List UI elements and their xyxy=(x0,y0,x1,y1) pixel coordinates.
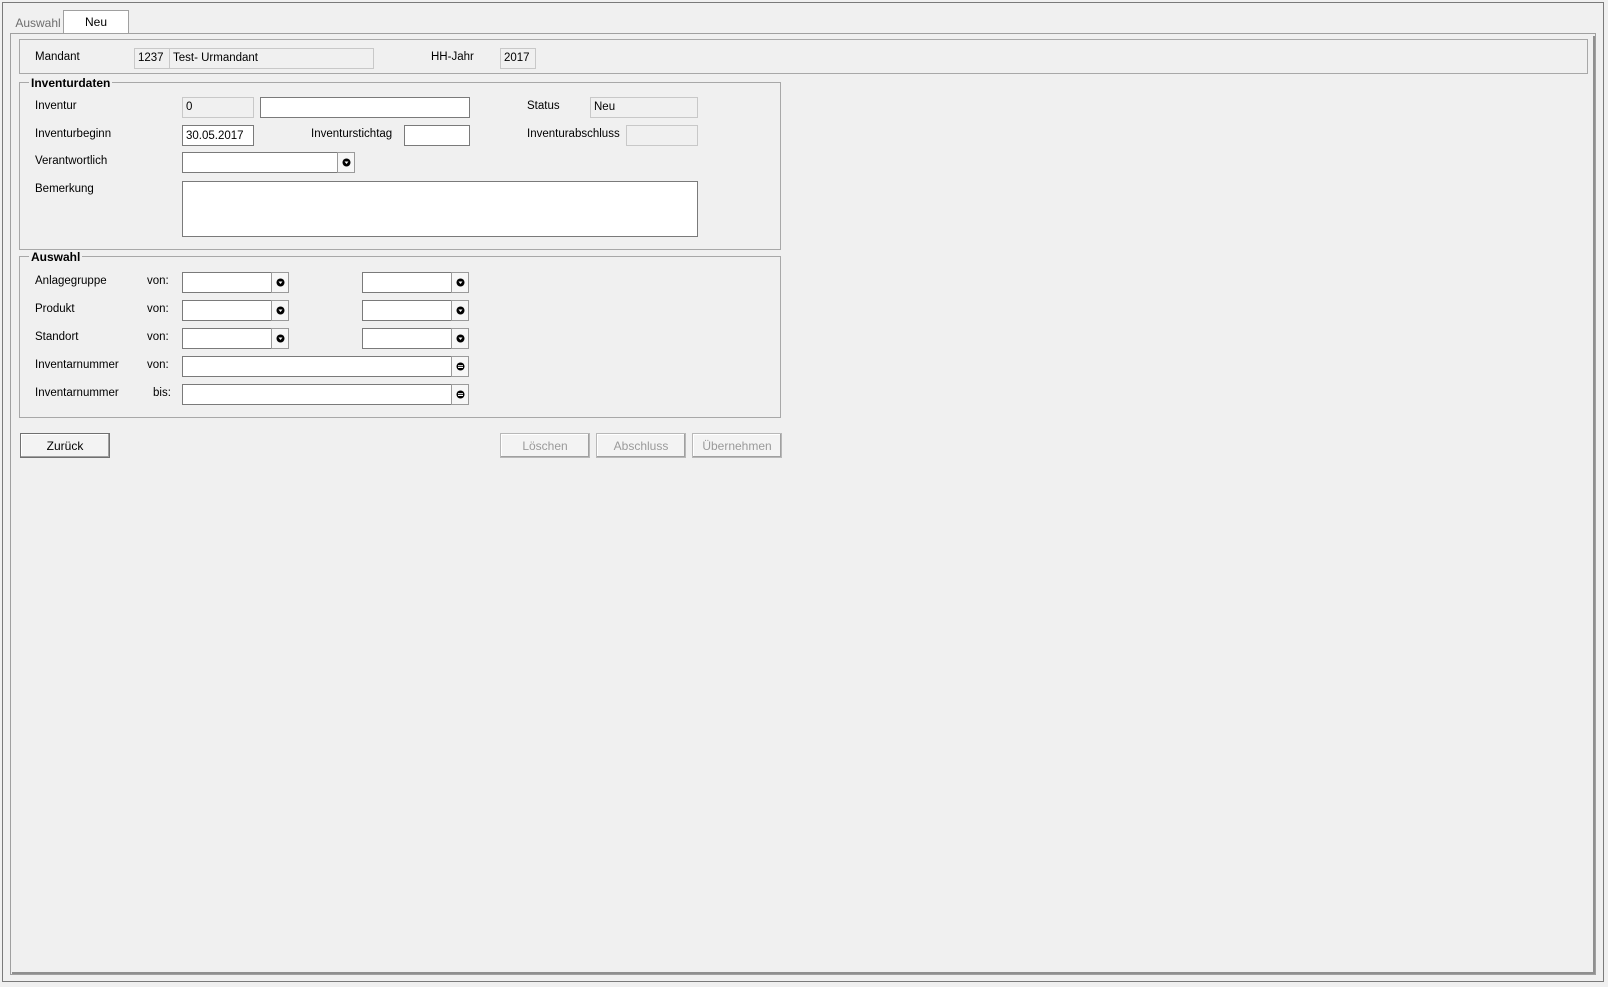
standort-from-input[interactable] xyxy=(182,328,272,349)
standort-von-label: von: xyxy=(147,331,169,343)
anlagegruppe-to-input[interactable] xyxy=(362,272,452,293)
tab-neu[interactable]: Neu xyxy=(63,10,129,34)
verantwortlich-lookup-button[interactable] xyxy=(337,152,355,173)
inventurstichtag-label: Inventurstichtag xyxy=(311,128,393,140)
arrow-down-circle-icon xyxy=(276,278,284,287)
year-label: HH-Jahr xyxy=(431,51,474,63)
inventur-label: Inventur xyxy=(35,100,77,112)
back-button[interactable]: Zurück xyxy=(20,433,110,458)
arrow-down-circle-icon xyxy=(342,158,350,167)
year-field: 2017 xyxy=(500,48,536,69)
anlagegruppe-to-lookup-button[interactable] xyxy=(451,272,469,293)
produkt-from-input[interactable] xyxy=(182,300,272,321)
standort-to-input[interactable] xyxy=(362,328,452,349)
inventur-number-field: 0 xyxy=(182,97,254,118)
arrow-down-circle-icon xyxy=(456,334,464,343)
status-label: Status xyxy=(527,100,560,112)
standort-to-lookup-button[interactable] xyxy=(451,328,469,349)
inventarnummer-from-label: Inventarnummer xyxy=(35,359,119,371)
status-field: Neu xyxy=(590,97,698,118)
inventarnummer-von-label: von: xyxy=(147,359,169,371)
standort-from-lookup-button[interactable] xyxy=(271,328,289,349)
bemerkung-textarea[interactable] xyxy=(182,181,698,237)
mandant-id-field: 1237 xyxy=(134,48,170,69)
verantwortlich-input[interactable] xyxy=(182,152,338,173)
anlagegruppe-von-label: von: xyxy=(147,275,169,287)
produkt-von-label: von: xyxy=(147,303,169,315)
tab-auswahl[interactable]: Auswahl xyxy=(12,13,64,34)
arrow-down-circle-icon xyxy=(276,334,284,343)
apply-button[interactable]: Übernehmen xyxy=(692,433,782,458)
inventur-name-input[interactable] xyxy=(260,97,470,118)
inventarnummer-to-search-button[interactable] xyxy=(451,384,469,405)
mandant-name-field: Test- Urmandant xyxy=(169,48,374,69)
mandant-label: Mandant xyxy=(35,51,80,63)
produkt-label: Produkt xyxy=(35,303,75,315)
inventarnummer-from-search-button[interactable] xyxy=(451,356,469,377)
search-circle-icon xyxy=(456,390,464,399)
produkt-to-input[interactable] xyxy=(362,300,452,321)
inventarnummer-from-input[interactable] xyxy=(182,356,452,377)
anlagegruppe-from-input[interactable] xyxy=(182,272,272,293)
auswahl-title: Auswahl xyxy=(29,250,83,264)
anlagegruppe-label: Anlagegruppe xyxy=(35,275,107,287)
inventurbeginn-label: Inventurbeginn xyxy=(35,128,112,140)
close-inventory-button[interactable]: Abschluss xyxy=(596,433,686,458)
arrow-down-circle-icon xyxy=(276,306,284,315)
anlagegruppe-from-lookup-button[interactable] xyxy=(271,272,289,293)
delete-button[interactable]: Löschen xyxy=(500,433,590,458)
inventurbeginn-input[interactable] xyxy=(182,125,254,146)
inventarnummer-to-label: Inventarnummer xyxy=(35,387,119,399)
standort-label: Standort xyxy=(35,331,79,343)
produkt-from-lookup-button[interactable] xyxy=(271,300,289,321)
search-circle-icon xyxy=(456,362,464,371)
inventarnummer-to-input[interactable] xyxy=(182,384,452,405)
produkt-to-lookup-button[interactable] xyxy=(451,300,469,321)
inventurabschluss-label: Inventurabschluss xyxy=(527,128,620,140)
inventarnummer-bis-label: bis: xyxy=(153,387,171,399)
verantwortlich-label: Verantwortlich xyxy=(35,155,108,167)
inventurdaten-title: Inventurdaten xyxy=(29,76,113,90)
inventurabschluss-field xyxy=(626,125,698,146)
bemerkung-label: Bemerkung xyxy=(35,183,94,195)
arrow-down-circle-icon xyxy=(456,306,464,315)
arrow-down-circle-icon xyxy=(456,278,464,287)
inventurstichtag-input[interactable] xyxy=(404,125,470,146)
